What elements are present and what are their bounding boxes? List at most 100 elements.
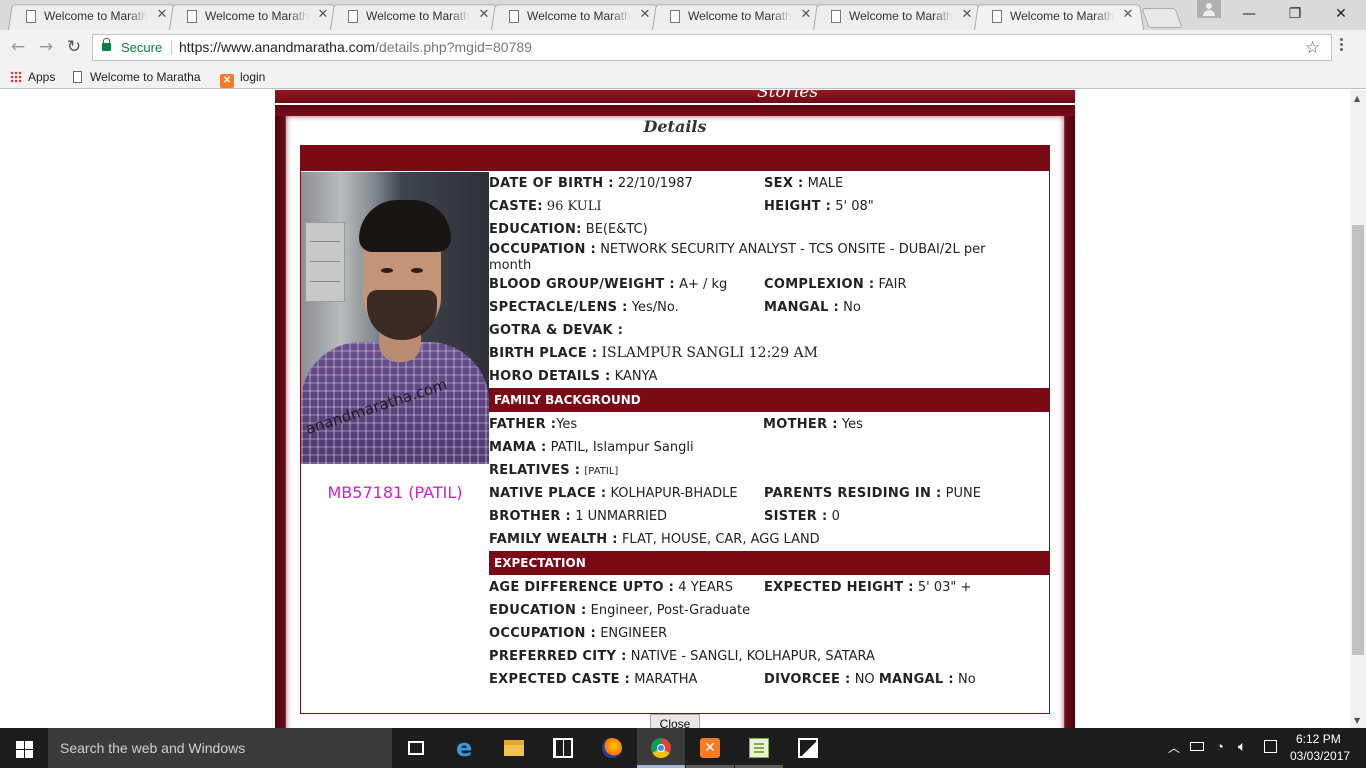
tab-title: Welcome to Maratha [527,9,631,25]
browser-menu-icon[interactable] [1340,38,1344,56]
field-label: NATIVE PLACE : [489,486,607,501]
forward-arrow-icon[interactable]: → [36,37,56,57]
field-label: SEX : [764,176,804,191]
windows-taskbar: Search the web and Windows e ✕ ︿ ◔ 🔈︎ 6:… [0,728,1366,768]
expected-mangal-value: No [957,672,976,687]
scroll-up-arrow-icon[interactable]: ▲ [1354,94,1360,103]
store-icon[interactable] [539,728,587,768]
field-label: PREFERRED CITY : [489,649,627,664]
volume-icon[interactable]: 🔈︎ [1238,738,1246,755]
taskbar-search-box[interactable]: Search the web and Windows [48,728,392,768]
url-host: https://www.anandmaratha.com [179,39,376,55]
gotra-row: GOTRA & DEVAK : [489,323,623,339]
bookmark-welcome[interactable]: Welcome to Maratha [73,68,201,86]
close-tab-icon[interactable]: ✕ [476,7,492,23]
browser-tab[interactable]: Welcome to Maratha ✕ [169,3,339,31]
field-label: EXPECTED HEIGHT : [764,580,914,595]
mangal-row: MANGAL : No [764,300,861,316]
url-path: /details.php?mgid=80789 [375,39,532,55]
browser-tab[interactable]: Welcome to Maratha ✕ [8,3,178,31]
edge-icon[interactable]: e [442,728,490,768]
close-tab-icon[interactable]: ✕ [154,7,170,23]
nav-item-partial[interactable]: ~ ~ ~ [835,90,979,98]
close-tab-icon[interactable]: ✕ [1120,7,1136,23]
divorcee-value: NO [854,672,875,687]
page-icon [509,10,519,23]
clock-time[interactable]: 6:12 PM [1296,732,1341,746]
battery-icon[interactable] [1190,742,1204,751]
profile-photo: anandmaratha.com [301,172,489,464]
firefox-icon[interactable] [588,728,636,768]
height-row: HEIGHT : 5' 08" [764,199,874,215]
action-center-icon[interactable] [1264,740,1277,753]
field-label: COMPLEXION : [764,277,875,292]
page-scrollbar[interactable]: ▲ ▼ [1350,90,1366,728]
close-tab-icon[interactable]: ✕ [315,7,331,23]
tab-title: Welcome to Maratha [688,9,792,25]
field-label: RELATIVES : [489,463,581,478]
notepad-plus-icon[interactable] [735,728,783,768]
field-label: FATHER : [489,417,557,432]
minimize-button[interactable]: — [1226,0,1272,28]
xampp-icon[interactable]: ✕ [686,728,734,768]
page-icon [26,10,36,23]
windows-start-button[interactable] [0,728,48,768]
expected-caste-row: EXPECTED CASTE : MARATHA [489,672,697,688]
file-explorer-icon[interactable] [490,728,538,768]
profile-icon[interactable] [1197,0,1221,18]
photos-icon[interactable] [784,728,832,768]
wifi-icon[interactable]: ◔ [1216,739,1224,754]
nav-item-stories[interactable]: Stories [757,90,818,102]
clock-date[interactable]: 03/03/2017 [1290,749,1350,763]
field-label: EDUCATION: [489,222,582,237]
father-value: Yes [556,417,578,432]
field-label: MAMA : [489,440,547,455]
page-viewport: ~ ~ ~ Stories ~ ~ ~ Details anandmaratha… [0,90,1350,728]
field-label: EDUCATION : [489,603,587,618]
close-button[interactable]: Close [650,714,700,728]
education-row: EDUCATION: BE(E&TC) [489,222,648,238]
bookmark-login[interactable]: ✕ login [220,68,266,88]
address-bar[interactable]: Secure https://www.anandmaratha.com/deta… [92,34,1332,61]
bookmark-star-icon[interactable]: ☆ [1305,38,1320,58]
maximize-button[interactable]: ❐ [1272,0,1318,28]
browser-tab[interactable]: Welcome to Maratha ✕ [813,3,983,31]
scroll-down-arrow-icon[interactable]: ▼ [1354,716,1360,725]
url-text[interactable]: https://www.anandmaratha.com/details.php… [179,39,532,55]
horo-row: HORO DETAILS : KANYA [489,369,657,385]
occupation-row: OCCUPATION : NETWORK SECURITY ANALYST - … [489,242,1029,274]
mama-row: MAMA : PATIL, Islampur Sangli [489,440,694,456]
task-view-icon[interactable] [392,728,440,768]
browser-tab-active[interactable]: Welcome to Maratha ✕ [974,3,1144,31]
close-tab-icon[interactable]: ✕ [637,7,653,23]
close-tab-icon[interactable]: ✕ [959,7,975,23]
browser-tab[interactable]: Welcome to Maratha ✕ [491,3,661,31]
native-place-value: KOLHAPUR-BHADLE [610,486,738,501]
nav-item-partial[interactable]: ~ ~ ~ [355,90,499,98]
close-tab-icon[interactable]: ✕ [798,7,814,23]
back-arrow-icon[interactable]: ← [8,37,28,57]
bookmark-apps[interactable]: Apps [10,68,55,86]
address-separator [171,40,172,55]
taskbar-search-placeholder: Search the web and Windows [60,740,246,756]
lock-icon [102,38,111,51]
sister-value: 0 [831,509,840,524]
tab-title: Welcome to Maratha [849,9,953,25]
member-id: MB57181 (PATIL) [327,483,463,502]
caste-row: CASTE: 96 KULI [489,199,602,215]
show-hidden-icons-icon[interactable]: ︿ [1168,739,1180,756]
browser-tab[interactable]: Welcome to Maratha ✕ [652,3,822,31]
father-row: FATHER :Yes [489,417,577,433]
expected-occupation-value: ENGINEER [600,626,668,641]
scrollbar-thumb[interactable] [1352,225,1364,655]
chrome-icon[interactable] [637,728,685,768]
close-window-button[interactable]: ✕ [1318,0,1364,28]
mangal-value: No [843,300,861,315]
mama-value: PATIL, Islampur Sangli [550,440,694,455]
new-tab-button[interactable] [1141,8,1183,28]
browser-tab[interactable]: Welcome to Maratha ✕ [330,3,500,31]
reload-icon[interactable]: ↻ [64,37,84,57]
field-label: BLOOD GROUP/WEIGHT : [489,277,675,292]
bookmark-login-label: login [240,70,266,84]
apps-grid-icon [10,71,22,83]
